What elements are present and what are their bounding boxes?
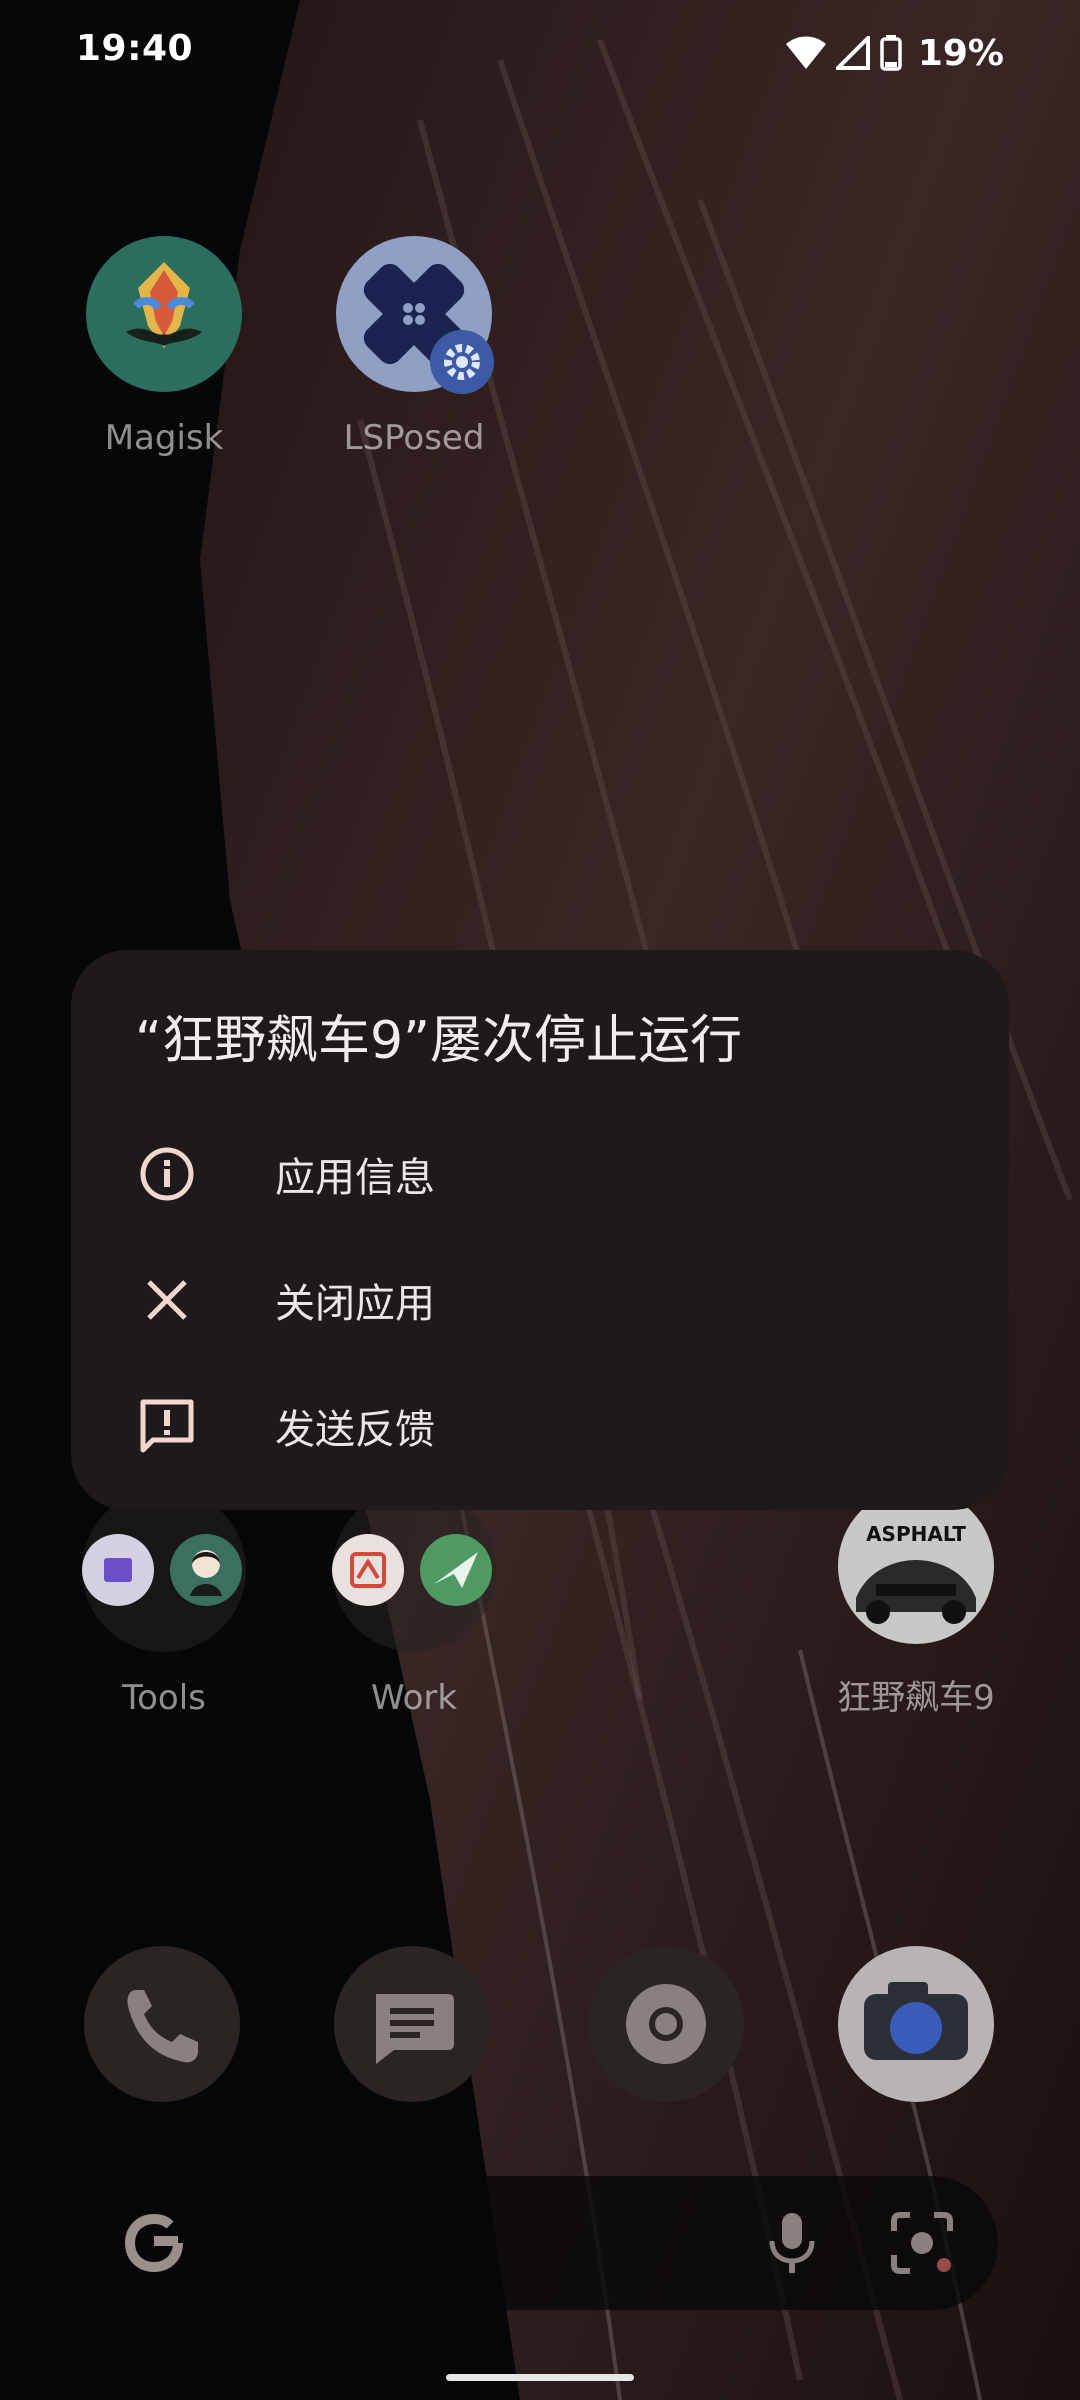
phone-icon xyxy=(127,1990,198,2063)
app-magisk[interactable]: Magisk xyxy=(54,236,274,458)
google-g-icon xyxy=(124,2213,183,2273)
dialog-title: “狂野飙车9”屡次停止运行 xyxy=(135,1011,742,1071)
settings-badge-icon xyxy=(430,330,494,394)
magisk-icon xyxy=(86,236,242,392)
menu-item-app-info[interactable]: 应用信息 xyxy=(71,1114,1009,1234)
tools-app-icon xyxy=(82,1534,154,1606)
battery-percent: 19% xyxy=(917,32,1004,74)
avatar-app-icon xyxy=(170,1534,242,1606)
lark-app-icon xyxy=(420,1534,492,1606)
app-label: Magisk xyxy=(104,418,224,458)
asphalt-9-icon: ASPHALT xyxy=(838,1488,994,1644)
menu-item-close-app[interactable]: 关闭应用 xyxy=(71,1240,1009,1360)
wifi-icon xyxy=(785,36,826,69)
app-lsposed[interactable]: LSPosed xyxy=(304,236,524,458)
feedback-icon xyxy=(140,1399,194,1453)
menu-item-label: 关闭应用 xyxy=(275,1281,435,1327)
dock-chrome[interactable] xyxy=(588,1946,744,2102)
lens-icon[interactable] xyxy=(886,2207,958,2279)
gesture-nav-handle[interactable] xyxy=(446,2374,634,2381)
folder-label: Tools xyxy=(122,1678,206,1718)
dock-phone[interactable] xyxy=(84,1946,240,2102)
cellular-signal-icon xyxy=(835,36,870,70)
info-icon xyxy=(140,1147,194,1201)
folder-label: Work xyxy=(370,1678,458,1718)
close-icon xyxy=(147,1280,187,1320)
search-bar[interactable] xyxy=(80,2176,998,2310)
app-label: 狂野飙车9 xyxy=(837,1678,995,1718)
menu-item-label: 应用信息 xyxy=(275,1155,435,1201)
app-crash-dialog: “狂野飙车9”屡次停止运行 应用信息 关闭应用 发送反馈 xyxy=(71,950,1009,1510)
menu-item-send-feedback[interactable]: 发送反馈 xyxy=(71,1366,1009,1486)
lsposed-icon xyxy=(336,236,494,394)
status-bar: 19:40 19% xyxy=(0,0,1080,100)
clock: 19:40 xyxy=(76,28,194,69)
battery-icon xyxy=(880,35,902,71)
dock-camera[interactable] xyxy=(838,1946,994,2102)
camera-icon xyxy=(864,1982,968,2060)
chrome-icon xyxy=(626,1984,706,2064)
app-asphalt-9[interactable]: ASPHALT 狂野飙车9 xyxy=(806,1488,1026,1719)
menu-item-label: 发送反馈 xyxy=(275,1407,435,1453)
dock-messages[interactable] xyxy=(334,1946,490,2102)
work-app-icon xyxy=(332,1534,404,1606)
mic-icon[interactable] xyxy=(762,2207,822,2279)
messages-icon xyxy=(376,1994,454,2064)
app-label: LSPosed xyxy=(343,418,485,458)
